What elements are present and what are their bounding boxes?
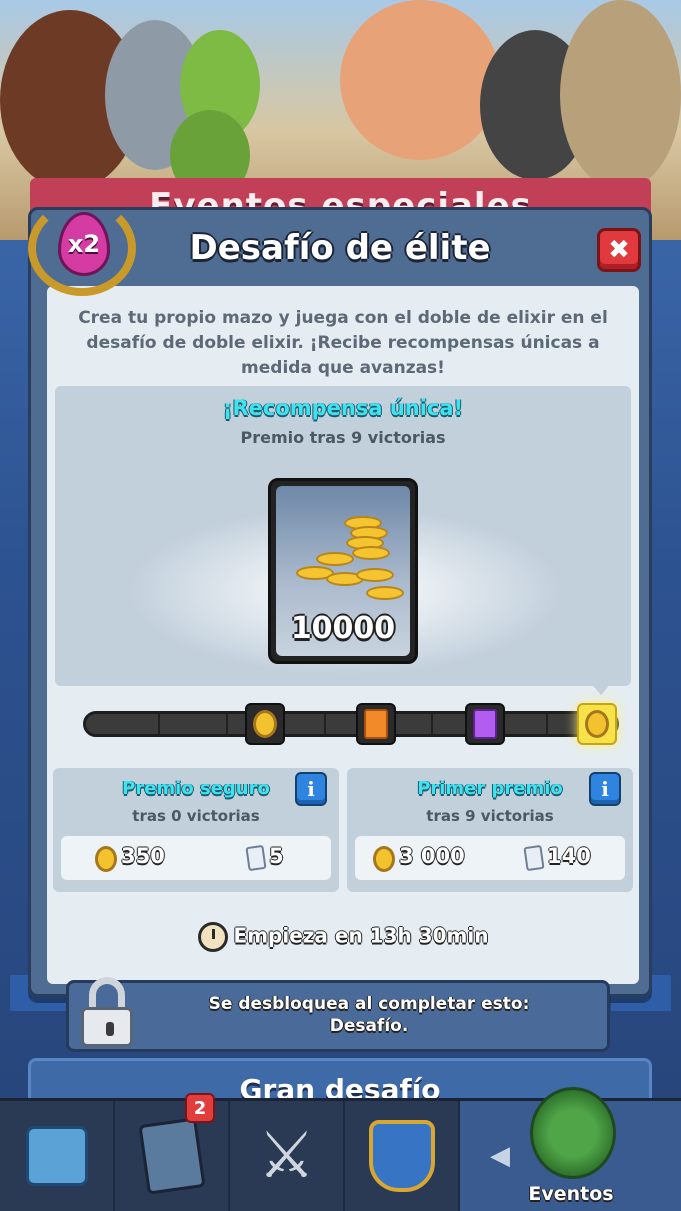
nav-cards[interactable]: 2 [115, 1093, 230, 1211]
info-icon: i [601, 777, 609, 801]
clan-shield-icon [368, 1120, 435, 1192]
unique-reward-panel: ¡Recompensa única! Premio tras 9 victori… [55, 386, 631, 686]
locked-banner: Se desbloquea al completar esto: Desafío… [66, 977, 610, 1052]
gold-coins-icon: 10000 [276, 486, 410, 656]
info-icon: i [307, 777, 315, 801]
gold-icon [373, 846, 395, 872]
nav-clan[interactable] [345, 1101, 460, 1211]
unique-reward-subtitle: Premio tras 9 victorias [240, 428, 446, 447]
gold-reward-card[interactable]: 10000 [268, 478, 418, 664]
milestone-purple-card[interactable] [465, 703, 505, 745]
progress-bar [83, 711, 619, 737]
gold-icon [95, 846, 117, 872]
gold-reward-amount: 10000 [290, 611, 396, 646]
first-prize-info-button[interactable]: i [589, 772, 621, 806]
safe-prize-subtitle: tras 0 victorias [132, 807, 260, 825]
gold-coin-icon [253, 710, 277, 738]
close-button[interactable]: ✖ [597, 228, 641, 272]
events-laurel-sword-icon [530, 1087, 616, 1179]
nav-battle[interactable]: ⚔ [230, 1101, 345, 1211]
first-prize-panel: Primer premio i tras 9 victorias 3 000 1… [347, 768, 633, 892]
bottom-navigation: 2 ⚔ ◀ Eventos [0, 1087, 681, 1211]
cards-deck-icon [137, 1117, 206, 1195]
character-archer [560, 0, 681, 190]
challenge-description: Crea tu propio mazo y juega con el doble… [78, 308, 608, 378]
start-timer-text: Empieza en 13h 30min [233, 923, 489, 948]
double-elixir-badge: x2 [28, 200, 136, 296]
close-icon: ✖ [608, 235, 630, 265]
locked-line-1: Se desbloquea al completar esto: [208, 994, 530, 1014]
first-prize-rewards: 3 000 140 [355, 836, 625, 880]
elite-challenge-modal: Desafío de élite ✖ Crea tu propio mazo y… [28, 207, 652, 997]
safe-prize-cards: 5 [269, 844, 284, 868]
nav-events-label: Eventos [528, 1183, 614, 1205]
purple-card-icon [473, 709, 497, 739]
chest-icon [25, 1126, 88, 1186]
nav-shop[interactable] [0, 1101, 115, 1211]
locked-line-2: Desafío. [329, 1016, 409, 1036]
milestone-final-gold[interactable] [577, 703, 617, 745]
modal-content: Crea tu propio mazo y juega con el doble… [47, 286, 639, 984]
badge-text: x2 [67, 230, 101, 258]
unique-reward-title: ¡Recompensa única! [222, 396, 464, 420]
chevron-left-icon: ◀ [490, 1141, 510, 1171]
first-prize-cards: 140 [547, 844, 591, 868]
first-prize-subtitle: tras 9 victorias [426, 807, 554, 825]
milestone-gold[interactable] [245, 703, 285, 745]
nav-events[interactable]: ◀ Eventos [460, 1087, 681, 1211]
safe-prize-info-button[interactable]: i [295, 772, 327, 806]
cards-icon [523, 844, 545, 872]
safe-prize-rewards: 350 5 [61, 836, 331, 880]
lock-icon [77, 977, 137, 1047]
cards-icon [245, 844, 267, 872]
milestone-pointer [589, 681, 613, 695]
cards-notification-badge: 2 [185, 1093, 215, 1123]
milestone-orange-card[interactable] [356, 703, 396, 745]
safe-prize-panel: Premio seguro i tras 0 victorias 350 5 [53, 768, 339, 892]
first-prize-gold: 3 000 [399, 844, 465, 868]
safe-prize-gold: 350 [121, 844, 165, 868]
locked-text: Se desbloquea al completar esto: Desafío… [139, 993, 599, 1037]
character-giant [340, 0, 500, 160]
gold-coin-icon [585, 710, 609, 738]
start-timer: Empieza en 13h 30min [47, 922, 639, 952]
orange-card-icon [364, 709, 388, 739]
clock-icon [197, 922, 228, 952]
crossed-swords-icon: ⚔ [257, 1119, 316, 1193]
